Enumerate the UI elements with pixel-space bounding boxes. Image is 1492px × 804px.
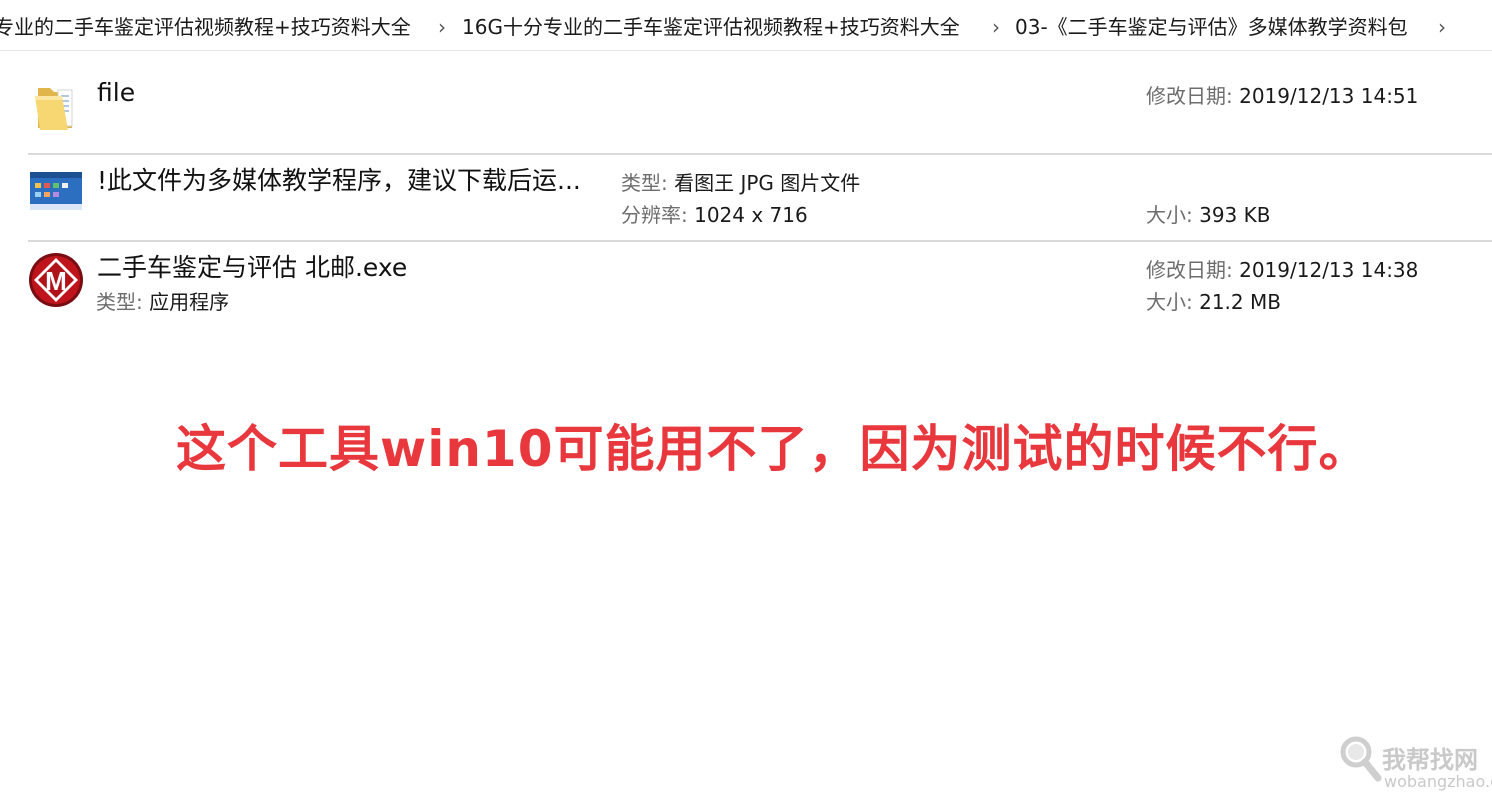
file-size-label: 大小:	[1146, 203, 1193, 227]
chevron-right-icon[interactable]: ›	[992, 14, 1000, 40]
svg-text:M: M	[45, 266, 67, 296]
file-name[interactable]: 二手车鉴定与评估 北邮.exe	[97, 253, 407, 283]
chevron-right-icon[interactable]: ›	[1438, 14, 1446, 40]
list-item-exe-file[interactable]: M 二手车鉴定与评估 北邮.exe 类型: 应用程序 修改日期: 2019/12…	[0, 243, 1492, 327]
resolution: 分辨率: 1024 x 716	[621, 202, 808, 228]
resolution-label: 分辨率:	[621, 203, 688, 227]
modified-date-value: 2019/12/13 14:38	[1239, 258, 1419, 282]
chevron-right-icon[interactable]: ›	[438, 14, 446, 40]
file-size-value: 393 KB	[1199, 203, 1271, 227]
watermark-url: wobangzhao.com	[1384, 772, 1492, 791]
watermark: 我帮找网 wobangzhao.com	[1338, 734, 1492, 800]
list-item-folder-file[interactable]: file 修改日期: 2019/12/13 14:51	[0, 60, 1492, 152]
file-name[interactable]: !此文件为多媒体教学程序，建议下载后运...	[97, 166, 581, 196]
list-item-jpg-file[interactable]: !此文件为多媒体教学程序，建议下载后运... 类型: 看图王 JPG 图片文件 …	[0, 156, 1492, 240]
breadcrumb-item-2[interactable]: 16G十分专业的二手车鉴定评估视频教程+技巧资料大全	[462, 14, 960, 40]
watermark-text: 我帮找网	[1382, 746, 1478, 774]
file-type-value: 看图王 JPG 图片文件	[674, 171, 861, 195]
modified-date-label: 修改日期:	[1146, 258, 1233, 282]
file-type-label: 类型:	[621, 171, 668, 195]
image-thumbnail-icon	[30, 172, 82, 210]
file-type: 类型: 看图王 JPG 图片文件	[621, 170, 860, 196]
file-size: 大小: 393 KB	[1146, 202, 1270, 228]
file-name[interactable]: file	[97, 78, 135, 108]
modified-date-label: 修改日期:	[1146, 84, 1233, 108]
warning-notice: 这个工具win10可能用不了，因为测试的时候不行。	[176, 420, 1370, 478]
row-divider	[28, 153, 1492, 155]
file-type-value: 应用程序	[149, 290, 230, 314]
modified-date: 修改日期: 2019/12/13 14:51	[1146, 83, 1418, 109]
magnifier-icon	[1340, 736, 1382, 782]
app-m-icon: M	[28, 252, 84, 308]
breadcrumb-item-1[interactable]: 专业的二手车鉴定评估视频教程+技巧资料大全	[0, 14, 411, 40]
folder-icon	[32, 80, 76, 132]
file-size-value: 21.2 MB	[1199, 290, 1281, 314]
file-type: 类型: 应用程序	[96, 289, 229, 315]
row-divider	[28, 240, 1492, 242]
resolution-value: 1024 x 716	[694, 203, 808, 227]
modified-date: 修改日期: 2019/12/13 14:38	[1146, 257, 1418, 283]
file-type-label: 类型:	[96, 290, 143, 314]
breadcrumb-item-3[interactable]: 03-《二手车鉴定与评估》多媒体教学资料包	[1015, 14, 1408, 40]
modified-date-value: 2019/12/13 14:51	[1239, 84, 1419, 108]
breadcrumb: 专业的二手车鉴定评估视频教程+技巧资料大全 › 16G十分专业的二手车鉴定评估视…	[0, 0, 1492, 51]
file-size: 大小: 21.2 MB	[1146, 289, 1281, 315]
file-size-label: 大小:	[1146, 290, 1193, 314]
